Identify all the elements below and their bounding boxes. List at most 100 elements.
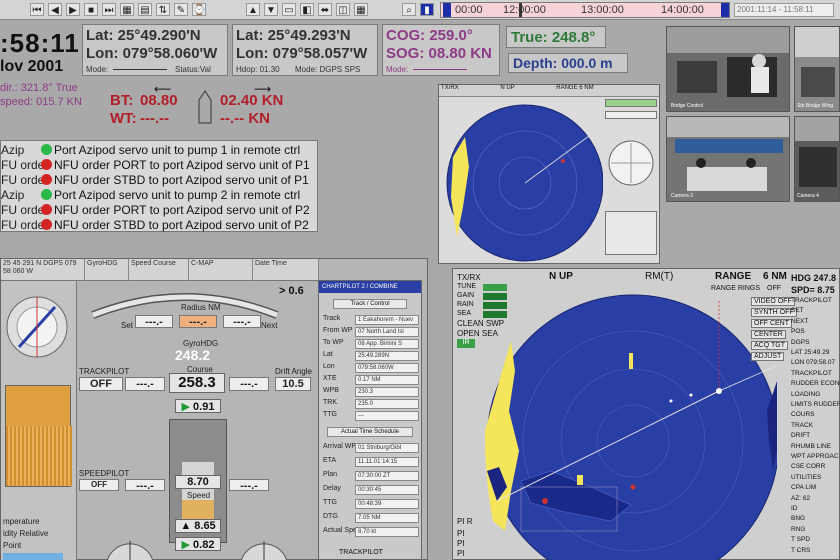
radar-side-item[interactable]: SET: [791, 307, 804, 314]
toolbar-button-9[interactable]: ⌚: [192, 3, 206, 16]
schedule-row-value[interactable]: 7.05 NM: [355, 513, 419, 523]
speed-set-value[interactable]: 8.70: [175, 475, 221, 489]
toolbar-button-1[interactable]: ◀: [48, 3, 62, 16]
toolbar-button-8[interactable]: ✎: [174, 3, 188, 16]
radar-side-item[interactable]: NEXT: [791, 318, 808, 325]
radar-overview-panel[interactable]: TX/RX N UP RANGE 6 NM: [438, 84, 660, 264]
schedule-row-value[interactable]: 00:48:39: [355, 499, 419, 509]
speedpilot-toggle[interactable]: OFF: [79, 479, 119, 491]
radar-side-item: WPT APPROAC: [791, 453, 839, 460]
schedule-row-value[interactable]: 11.11.01 14:15: [355, 457, 419, 467]
camera-2-label: Stb Bridge Wing: [797, 103, 834, 109]
timeline-slider[interactable]: 00:00 12:00:00 13:00:00 14:00:00: [440, 2, 730, 18]
timeline-end-handle[interactable]: [721, 3, 729, 17]
env-label-dewpoint: Point: [3, 541, 22, 550]
position-panel-2: Lat: 25°49.293'N Lon: 079°58.057'W Hdop:…: [232, 24, 378, 76]
alarm-list: Azip Port Azipod servo unit to pump 1 in …: [0, 140, 318, 232]
camera-1-label: Bridge Control: [671, 103, 703, 109]
radar-button[interactable]: OFF CENT: [751, 319, 792, 328]
schedule-title[interactable]: Actual Time Schedule: [327, 427, 413, 437]
radar-button[interactable]: ADJUST: [751, 352, 785, 361]
zoom-icon[interactable]: ⌕: [402, 3, 416, 16]
chartpilot-mode[interactable]: Track / Control: [333, 299, 407, 309]
schedule-row-value[interactable]: 01 Stniburg/Gibl: [355, 443, 419, 453]
alarm-row[interactable]: Azip Port Azipod servo unit to pump 2 in …: [1, 188, 300, 203]
radar-control-slider[interactable]: [483, 311, 507, 318]
radar-control-slider[interactable]: [483, 293, 507, 300]
alarm-row[interactable]: FU orde NFU order STBD to port Azipod ser…: [1, 218, 309, 233]
radar-button[interactable]: VIDEO OFF: [751, 297, 795, 306]
course-next-field[interactable]: ---.-: [229, 377, 269, 391]
radar-side-item: T SPD: [791, 536, 811, 544]
rot-next-field[interactable]: ---.-: [223, 315, 261, 328]
chartpilot-row-value[interactable]: 08 App. Bimini S: [355, 339, 419, 349]
chartpilot-row-value[interactable]: 07 North Land Isl: [355, 327, 419, 337]
chartpilot-row-value[interactable]: 25:49.289N: [355, 351, 419, 361]
nav-button-4[interactable]: ⬌: [318, 3, 332, 16]
timeline-cursor[interactable]: [519, 3, 522, 17]
rot-actual-field[interactable]: ---.-: [179, 315, 217, 328]
camera-feed-4[interactable]: Camera 4: [794, 116, 840, 202]
chartpilot-row-value[interactable]: 079:58.060W: [355, 363, 419, 373]
speed-actual-text: 8.65: [194, 520, 216, 532]
trackpilot-toggle[interactable]: OFF: [79, 377, 123, 391]
radar-button[interactable]: SYNTH OFF: [751, 308, 797, 317]
course-value[interactable]: 258.3: [169, 373, 225, 393]
water-indicator: [3, 553, 63, 560]
alarm-row[interactable]: FU orde NFU order PORT to port Azipod ser…: [1, 203, 310, 218]
alarm-row[interactable]: FU orde NFU order PORT to port Azipod ser…: [1, 158, 310, 173]
speed-next-field[interactable]: ---.-: [229, 479, 269, 492]
chartpilot-row-value[interactable]: ---: [355, 411, 419, 421]
timeline-start-handle[interactable]: [443, 3, 451, 17]
toolbar-button-7[interactable]: ⇅: [156, 3, 170, 16]
toolbar-button-0[interactable]: ⏮: [30, 3, 44, 16]
chartpilot-row-value[interactable]: 235.0: [355, 399, 419, 409]
schedule-row-value[interactable]: 8.70 kt: [355, 527, 419, 537]
radar-button[interactable]: ACQ TGT: [751, 341, 788, 350]
radar-small-orientation: N UP: [500, 85, 515, 91]
schedule-row-value[interactable]: 07:30:00 ZT: [355, 471, 419, 481]
nav-button-3[interactable]: ◧: [300, 3, 314, 16]
alarm-row[interactable]: Azip Port Azipod servo unit to pump 1 in …: [1, 143, 300, 158]
range-value[interactable]: 6 NM: [763, 271, 787, 282]
schedule-row-value[interactable]: 00:30:45: [355, 485, 419, 495]
course-set-field[interactable]: ---.-: [125, 377, 165, 391]
radar-control-slider[interactable]: [483, 284, 507, 291]
radar-small-display[interactable]: [443, 97, 603, 263]
radar-button[interactable]: CENTER: [751, 330, 786, 339]
toolbar-button-4[interactable]: ⏭: [102, 3, 116, 16]
rot-set-field[interactable]: ---.-: [135, 315, 173, 328]
nav-button-5[interactable]: ◫: [336, 3, 350, 16]
nav-button-6[interactable]: ▦: [354, 3, 368, 16]
ir-indicator[interactable]: IR: [457, 339, 475, 348]
nav-button-2[interactable]: ▭: [282, 3, 296, 16]
chartpilot-row-value[interactable]: 0.17 NM: [355, 375, 419, 385]
toolbar-button-2[interactable]: ▶: [66, 3, 80, 16]
radar-speed: SPD= 8.75: [791, 285, 835, 295]
toolbar-button-5[interactable]: ▦: [120, 3, 134, 16]
alarm-text: NFU order PORT to port Azipod servo unit…: [54, 203, 310, 217]
camera-feed-2[interactable]: Stb Bridge Wing: [794, 26, 840, 112]
chartpilot-row-value[interactable]: 1 Eakahorem - Nuev: [355, 315, 419, 325]
toolbar-button-6[interactable]: ▤: [138, 3, 152, 16]
play-icon-2: ▶: [181, 539, 194, 551]
camera-feed-1[interactable]: Bridge Control: [666, 26, 790, 112]
radar-main-display[interactable]: [481, 291, 777, 560]
chartpilot-row-label: Lat: [323, 351, 333, 358]
camera-feed-3[interactable]: Camera 3: [666, 116, 790, 202]
wind-compass-icon: [6, 296, 68, 358]
toolbar-button-3[interactable]: ■: [84, 3, 98, 16]
stbd-azipod-icon: [240, 541, 288, 560]
nav-button-1[interactable]: ▼: [264, 3, 278, 16]
timeline-start-button[interactable]: ▮: [420, 3, 434, 16]
pi-label-0: PI R: [457, 517, 473, 526]
alarm-row[interactable]: FU orde NFU order STBD to port Azipod ser…: [1, 173, 309, 188]
nav-button-0[interactable]: ▲: [246, 3, 260, 16]
chartpilot-row-value[interactable]: 230.3: [355, 387, 419, 397]
radar-small-info: [605, 211, 657, 255]
radar-control-slider[interactable]: [483, 302, 507, 309]
status-alarm-icon: [41, 174, 52, 185]
status-label: Status:Val: [175, 65, 211, 74]
radar-side-item[interactable]: TRACKPILOT: [791, 297, 832, 304]
speed-set-field[interactable]: ---.-: [125, 479, 165, 492]
